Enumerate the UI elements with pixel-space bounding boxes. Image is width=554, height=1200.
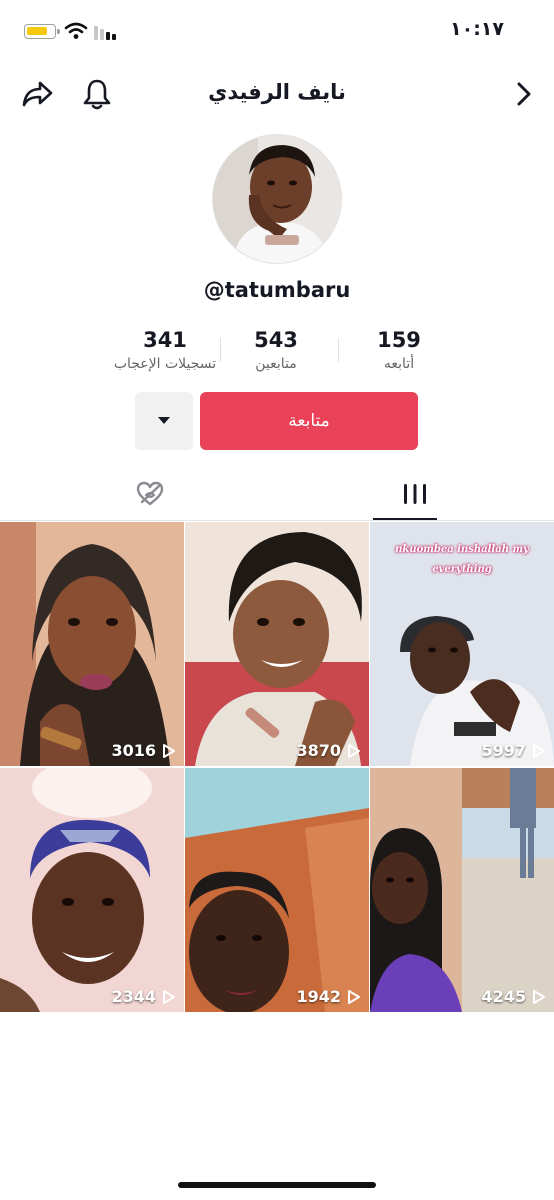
play-icon [533,743,545,758]
following-label: أتابعه [383,356,415,372]
follow-button[interactable]: متابعة [200,392,418,450]
view-count: 2344 [111,987,176,1006]
video-thumbnail[interactable]: 3870 [185,522,369,766]
followers-label: متابعين [255,356,297,372]
view-count: 5997 [481,741,546,760]
thumbnail-image [0,768,184,1012]
thumbnail-image [185,768,369,1012]
view-count: 4245 [481,987,546,1006]
stat-following[interactable]: 159 أتابعه [334,326,464,372]
thumbnail-image [370,768,554,1012]
stat-followers[interactable]: 543 متابعين [211,326,341,372]
profile-name: نايف الرفيدي [208,80,346,104]
battery-icon [24,24,60,39]
view-count: 3016 [111,741,176,760]
video-thumbnail[interactable]: 2344 [0,768,184,1012]
thumbnail-image [185,522,369,766]
tab-liked-videos[interactable] [75,470,225,520]
video-thumbnail[interactable]: nkuombea inshallah my everything 5997 [370,522,554,766]
tabs-divider [0,520,554,521]
grid-columns-icon [404,483,426,504]
play-icon [348,743,360,758]
chevron-right-icon [517,82,531,106]
tab-videos[interactable] [340,470,490,520]
video-caption: nkuombea inshallah my everything [395,544,529,575]
caret-down-icon [158,416,170,424]
hidden-heart-icon [136,481,164,505]
followers-count: 543 [254,328,298,352]
suggested-accounts-dropdown[interactable] [135,392,193,450]
username: @tatumbaru [203,278,351,302]
view-count: 3870 [296,741,361,760]
play-icon [163,743,175,758]
video-grid: 3016 3870 nkuombea inshallah my everythi… [0,522,554,1012]
video-thumbnail[interactable]: 4245 [370,768,554,1012]
back-button[interactable] [516,82,532,109]
following-count: 159 [377,328,421,352]
play-icon [533,989,545,1004]
signal-icon [94,26,116,40]
thumbnail-image [0,522,184,766]
play-icon [348,989,360,1004]
play-icon [163,989,175,1004]
status-time: ١٠:١٧ [450,18,504,40]
view-count: 1942 [296,987,361,1006]
avatar[interactable] [212,134,342,264]
wifi-icon [64,22,88,39]
home-indicator[interactable] [178,1182,376,1188]
video-thumbnail[interactable]: 3016 [0,522,184,766]
video-thumbnail[interactable]: 1942 [185,768,369,1012]
